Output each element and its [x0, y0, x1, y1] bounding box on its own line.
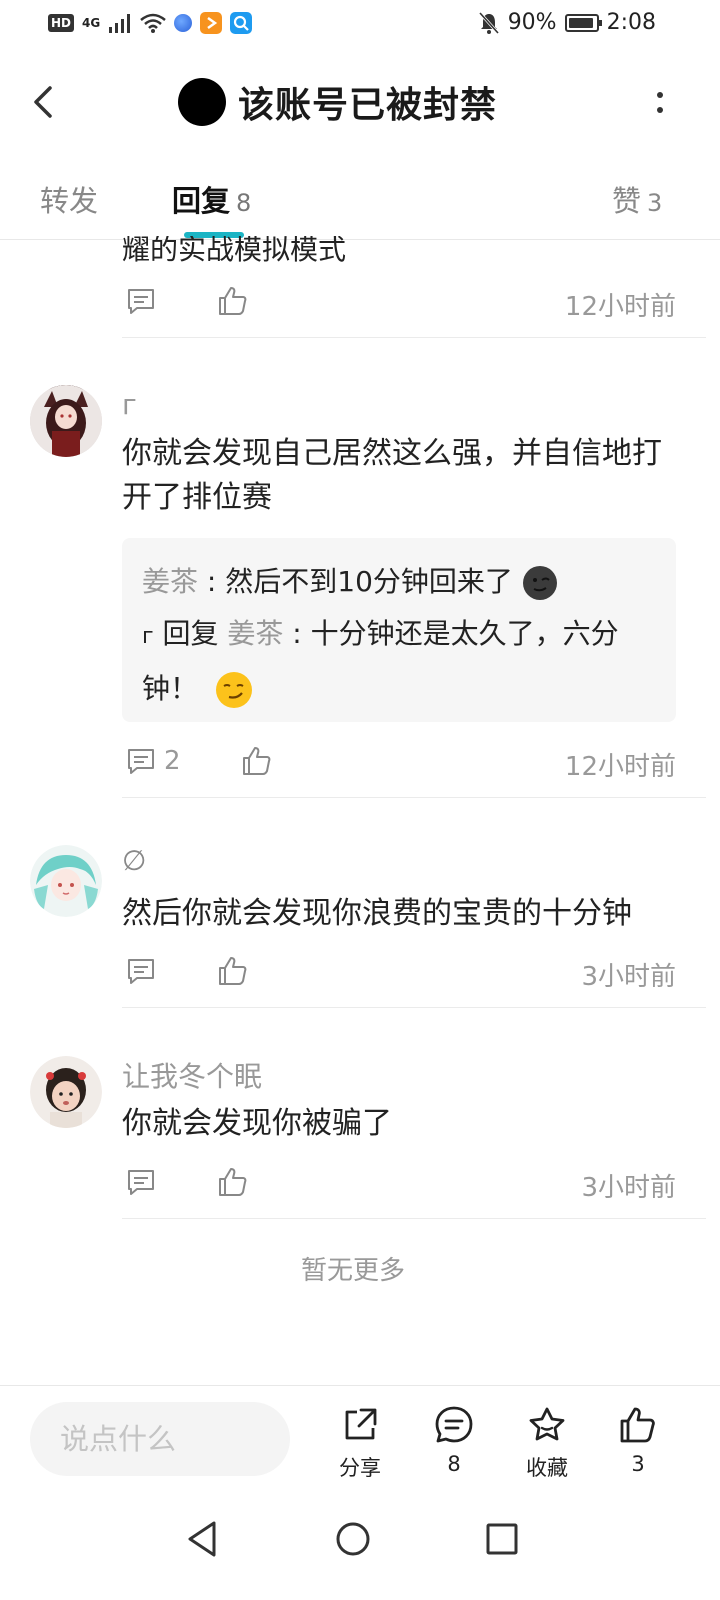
comment-time: 3小时前 [581, 962, 676, 992]
share-icon [345, 1408, 377, 1440]
more-options-button[interactable] [650, 80, 670, 124]
comment-actions: 2 12小时前 [122, 744, 676, 784]
like-icon[interactable] [240, 744, 274, 778]
page-title: 该账号已被封禁 [238, 85, 498, 126]
reply-thread[interactable]: 姜茶 : 然后不到10分钟回来了 г 回复 姜茶 : 十分钟还是太久了，六分钟！ [122, 538, 676, 722]
divider [122, 337, 706, 338]
comment-icon[interactable] [124, 1165, 158, 1199]
comment-text: 你就会发现你被骗了 [122, 1106, 392, 1141]
nav-recents-icon[interactable] [472, 1509, 532, 1569]
comment-input[interactable]: 说点什么 [30, 1402, 290, 1476]
divider [122, 1007, 706, 1008]
nav-back-icon[interactable] [172, 1509, 232, 1569]
reply-target[interactable]: 姜茶 [227, 617, 283, 650]
comment-time: 12小时前 [564, 752, 676, 782]
avatar-anime-girl-image [30, 385, 102, 457]
reply-item: 姜茶 : 然后不到10分钟回来了 [142, 556, 656, 608]
comment-bubble-icon [435, 1406, 473, 1443]
comment-icon[interactable] [124, 744, 158, 778]
favorite-button[interactable]: 收藏 [507, 1404, 587, 1482]
username[interactable]: 让我冬个眠 [122, 1055, 262, 1095]
comment-time: 12小时前 [564, 292, 676, 322]
comment-icon[interactable] [124, 284, 158, 318]
tab-label: 赞 [612, 184, 642, 218]
like-icon[interactable] [216, 284, 250, 318]
network-type: 4G [82, 16, 101, 30]
status-bar: HD 4G 90% 2:08 [0, 0, 720, 48]
avatar[interactable] [30, 385, 102, 457]
avatar-child-photo-image [30, 1056, 102, 1128]
no-more-label: 暂无更多 [300, 1256, 405, 1286]
avatar-teal-hair-girl-image [30, 845, 102, 917]
comment-actions: 12小时前 [122, 284, 676, 324]
tab-count: 3 [647, 189, 663, 217]
like-icon[interactable] [216, 1165, 250, 1199]
wifi-icon [140, 13, 167, 33]
tab-likes[interactable]: 赞3 [612, 178, 662, 220]
like-count: 3 [631, 1452, 645, 1476]
author-avatar[interactable] [178, 78, 226, 126]
reply-prefix: г [142, 624, 154, 649]
tab-label: 回复 [172, 184, 231, 218]
tab-count: 8 [236, 189, 252, 217]
favorite-label: 收藏 [526, 1456, 568, 1480]
comment-actions: 3小时前 [122, 1165, 676, 1205]
more-dot [657, 91, 663, 98]
divider [122, 797, 706, 798]
reply-separator: : [198, 565, 226, 598]
reply-item: г 回复 姜茶 : 十分钟还是太久了，六分钟！ [142, 608, 656, 715]
clock: 2:08 [606, 10, 656, 35]
divider [122, 1218, 706, 1219]
avatar[interactable] [30, 1056, 102, 1128]
hd-icon: HD [48, 14, 75, 32]
system-nav-bar [0, 1491, 720, 1600]
username[interactable]: ∅ [122, 844, 146, 877]
like-button[interactable]: 3 [598, 1404, 678, 1476]
reply-count: 2 [164, 746, 181, 776]
tab-bar: 转发 回复 8 赞3 [0, 160, 720, 240]
mute-bell-icon [478, 11, 499, 34]
share-label: 分享 [339, 1456, 381, 1480]
share-button[interactable]: 分享 [320, 1404, 400, 1482]
moon-face-emoji-icon [522, 566, 557, 600]
header: 该账号已被封禁 [0, 60, 720, 144]
comment-icon[interactable] [124, 954, 158, 988]
comments-button[interactable]: 8 [414, 1404, 494, 1476]
chevron-left-icon [34, 86, 52, 118]
battery-icon [564, 13, 602, 32]
avatar[interactable] [30, 845, 102, 917]
more-dot [657, 106, 663, 113]
bottom-action-bar: 说点什么 分享 8 收藏 3 [0, 1385, 720, 1491]
comment-count: 8 [447, 1452, 461, 1476]
tab-replies[interactable]: 回复 8 [172, 178, 251, 220]
signal-icon [109, 14, 131, 33]
status-left-icons: HD 4G [48, 12, 253, 34]
comment-text: 你就会发现自己居然这么强，并自信地打开了排位赛 [122, 436, 662, 515]
thumbs-up-icon [620, 1407, 655, 1443]
back-button[interactable] [20, 74, 70, 130]
status-right: 90% 2:08 [478, 10, 656, 35]
reply-author[interactable]: 姜茶 [142, 565, 198, 598]
reply-text: 然后不到10分钟回来了 [225, 565, 513, 598]
title-group: 该账号已被封禁 [178, 76, 497, 128]
app-icon-orange [200, 12, 223, 34]
star-icon [529, 1407, 565, 1441]
comment-text: 然后你就会发现你浪费的宝贵的十分钟 [122, 896, 632, 931]
smirk-emoji-icon [215, 672, 252, 708]
comment-actions: 3小时前 [122, 954, 676, 994]
username[interactable]: г [122, 388, 137, 421]
app-icon-blue [174, 14, 193, 32]
nav-home-icon[interactable] [323, 1509, 383, 1569]
reply-word: 回复 [162, 617, 219, 650]
comment-time: 3小时前 [581, 1173, 676, 1203]
tab-repost[interactable]: 转发 [40, 178, 98, 220]
reply-separator: : [283, 617, 311, 650]
like-icon[interactable] [216, 954, 250, 988]
tab-label: 转发 [40, 184, 99, 218]
battery-percent: 90% [507, 10, 557, 35]
app-icon-search [230, 12, 253, 34]
